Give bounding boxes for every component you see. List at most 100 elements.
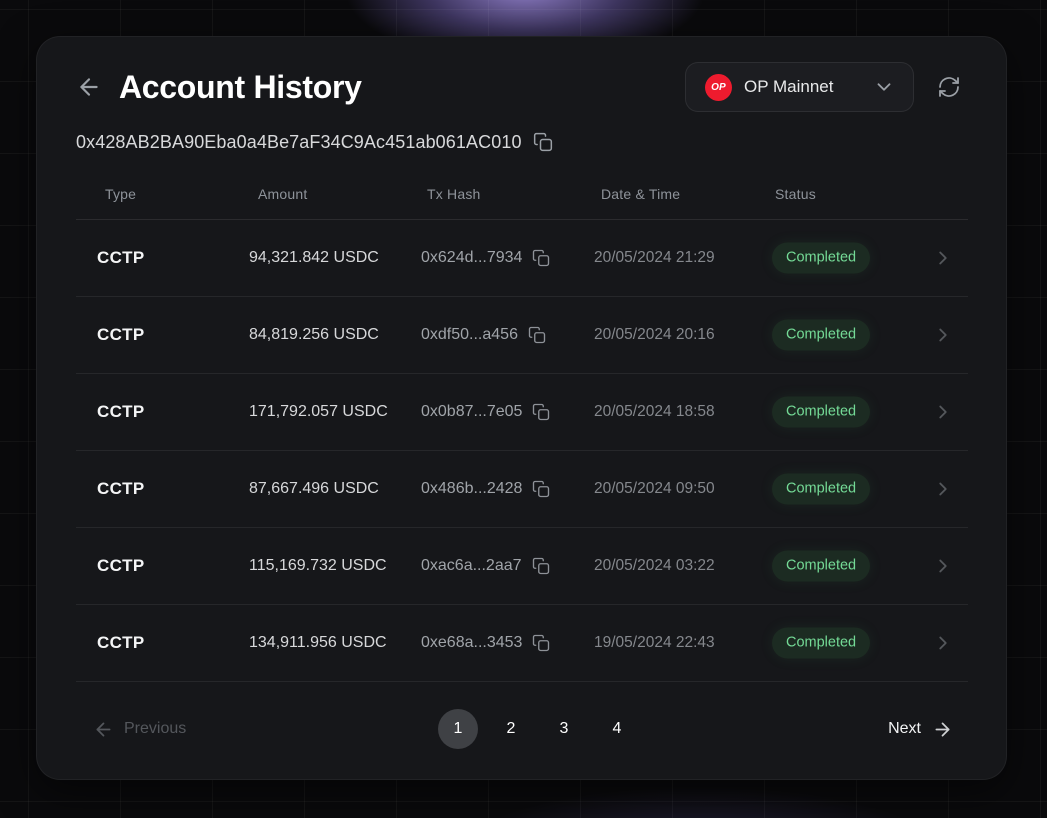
row-detail-button[interactable] (932, 478, 954, 500)
table-row[interactable]: CCTP 87,667.496 USDC 0x486b...2428 20/05… (76, 451, 968, 528)
copy-icon (533, 132, 553, 152)
arrow-left-icon (76, 74, 102, 100)
row-type: CCTP (97, 248, 144, 268)
next-button[interactable]: Next (888, 719, 953, 740)
chevron-right-icon (932, 632, 954, 654)
tx-hash-text: 0xe68a...3453 (421, 634, 522, 652)
arrow-left-icon (93, 719, 114, 740)
tx-hash-text: 0x624d...7934 (421, 249, 522, 267)
column-header-status: Status (775, 186, 816, 202)
row-tx-hash: 0xac6a...2aa7 (421, 557, 550, 575)
row-datetime: 20/05/2024 21:29 (594, 249, 715, 267)
column-header-tx-hash: Tx Hash (427, 186, 481, 202)
row-amount: 84,819.256 USDC (249, 326, 379, 344)
page-button-4[interactable]: 4 (597, 709, 637, 749)
chevron-right-icon (932, 247, 954, 269)
row-tx-hash: 0xdf50...a456 (421, 326, 546, 344)
next-label: Next (888, 720, 921, 738)
status-badge: Completed (772, 320, 870, 351)
row-type: CCTP (97, 325, 144, 345)
status-badge: Completed (772, 551, 870, 582)
account-history-panel: Account History OP OP Mainnet 0x428AB2BA… (36, 36, 1007, 780)
row-tx-hash: 0x624d...7934 (421, 249, 550, 267)
previous-button[interactable]: Previous (93, 719, 186, 740)
tx-hash-text: 0xdf50...a456 (421, 326, 518, 344)
chevron-right-icon (932, 324, 954, 346)
row-datetime: 19/05/2024 22:43 (594, 634, 715, 652)
chevron-down-icon (873, 76, 895, 98)
row-datetime: 20/05/2024 09:50 (594, 480, 715, 498)
tx-hash-text: 0xac6a...2aa7 (421, 557, 522, 575)
history-table: Type Amount Tx Hash Date & Time Status C… (76, 178, 968, 682)
copy-tx-button[interactable] (532, 634, 550, 652)
table-row[interactable]: CCTP 171,792.057 USDC 0x0b87...7e05 20/0… (76, 374, 968, 451)
network-name: OP Mainnet (744, 77, 859, 97)
copy-tx-button[interactable] (532, 249, 550, 267)
row-datetime: 20/05/2024 03:22 (594, 557, 715, 575)
row-detail-button[interactable] (932, 632, 954, 654)
copy-tx-button[interactable] (528, 326, 546, 344)
refresh-button[interactable] (937, 75, 961, 99)
row-type: CCTP (97, 479, 144, 499)
copy-icon (532, 249, 550, 267)
chevron-right-icon (932, 478, 954, 500)
page-button-1[interactable]: 1 (438, 709, 478, 749)
table-row[interactable]: CCTP 115,169.732 USDC 0xac6a...2aa7 20/0… (76, 528, 968, 605)
copy-icon (532, 634, 550, 652)
page-title: Account History (119, 69, 362, 106)
page-button-3[interactable]: 3 (544, 709, 584, 749)
row-amount: 94,321.842 USDC (249, 249, 379, 267)
previous-label: Previous (124, 720, 186, 738)
table-header: Type Amount Tx Hash Date & Time Status (76, 178, 968, 220)
column-header-amount: Amount (258, 186, 307, 202)
status-badge: Completed (772, 628, 870, 659)
status-badge: Completed (772, 397, 870, 428)
row-detail-button[interactable] (932, 324, 954, 346)
row-tx-hash: 0xe68a...3453 (421, 634, 550, 652)
table-row[interactable]: CCTP 84,819.256 USDC 0xdf50...a456 20/05… (76, 297, 968, 374)
network-select[interactable]: OP OP Mainnet (685, 62, 914, 112)
page-list: 1 2 3 4 (438, 709, 637, 749)
row-status: Completed (772, 474, 870, 505)
copy-address-button[interactable] (533, 132, 553, 152)
row-detail-button[interactable] (932, 247, 954, 269)
status-badge: Completed (772, 243, 870, 274)
copy-icon (532, 480, 550, 498)
row-status: Completed (772, 243, 870, 274)
row-amount: 115,169.732 USDC (249, 557, 387, 575)
panel-header: Account History OP OP Mainnet (76, 61, 968, 113)
table-row[interactable]: CCTP 94,321.842 USDC 0x624d...7934 20/05… (76, 220, 968, 297)
row-detail-button[interactable] (932, 401, 954, 423)
row-type: CCTP (97, 402, 144, 422)
row-detail-button[interactable] (932, 555, 954, 577)
row-status: Completed (772, 397, 870, 428)
row-amount: 134,911.956 USDC (249, 634, 387, 652)
tx-hash-text: 0x486b...2428 (421, 480, 522, 498)
row-status: Completed (772, 551, 870, 582)
op-network-icon: OP (705, 74, 732, 101)
copy-tx-button[interactable] (532, 403, 550, 421)
copy-icon (532, 557, 550, 575)
arrow-right-icon (932, 719, 953, 740)
back-button[interactable] (76, 74, 102, 100)
chevron-right-icon (932, 401, 954, 423)
wallet-address-row: 0x428AB2BA90Eba0a4Be7aF34C9Ac451ab061AC0… (76, 130, 968, 154)
row-status: Completed (772, 320, 870, 351)
copy-icon (532, 403, 550, 421)
pagination-bar: Previous 1 2 3 4 Next (76, 705, 968, 753)
copy-tx-button[interactable] (532, 480, 550, 498)
row-type: CCTP (97, 633, 144, 653)
row-type: CCTP (97, 556, 144, 576)
wallet-address: 0x428AB2BA90Eba0a4Be7aF34C9Ac451ab061AC0… (76, 132, 522, 153)
column-header-datetime: Date & Time (601, 186, 680, 202)
column-header-type: Type (105, 186, 136, 202)
copy-tx-button[interactable] (532, 557, 550, 575)
page-button-2[interactable]: 2 (491, 709, 531, 749)
status-badge: Completed (772, 474, 870, 505)
row-amount: 171,792.057 USDC (249, 403, 388, 421)
table-row[interactable]: CCTP 134,911.956 USDC 0xe68a...3453 19/0… (76, 605, 968, 682)
row-amount: 87,667.496 USDC (249, 480, 379, 498)
row-datetime: 20/05/2024 18:58 (594, 403, 715, 421)
row-tx-hash: 0x486b...2428 (421, 480, 550, 498)
row-status: Completed (772, 628, 870, 659)
